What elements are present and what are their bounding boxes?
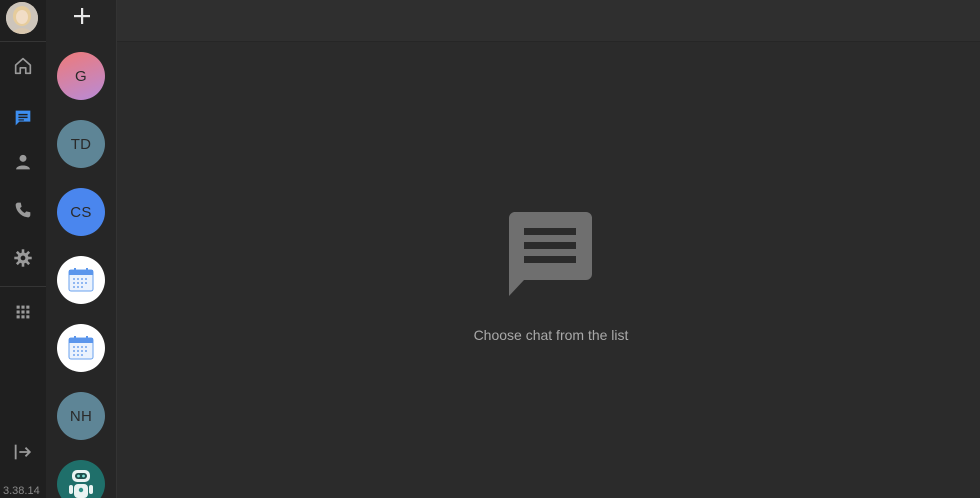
logout-icon (14, 444, 32, 460)
chat-icon (15, 110, 31, 126)
nav-divider (0, 41, 46, 42)
nav-calls-button[interactable] (11, 198, 35, 222)
user-photo (6, 2, 38, 34)
top-bar (117, 0, 980, 42)
logout-button[interactable] (11, 440, 35, 464)
add-chat-button[interactable] (70, 4, 94, 28)
empty-state-message: Choose chat from the list (473, 327, 629, 343)
calendar-icon (68, 268, 94, 292)
chat-item-td[interactable]: TD (57, 120, 105, 168)
gear-icon (14, 249, 32, 267)
chat-item-calendar[interactable] (57, 324, 105, 372)
nav-chats-button[interactable] (11, 106, 35, 130)
nav-apps-button[interactable] (11, 300, 35, 324)
app-window: 3.38.14 G TD CS NH Choose chat from the … (0, 0, 980, 498)
chat-item-nh[interactable]: NH (57, 392, 105, 440)
chat-list: G TD CS NH (46, 0, 117, 498)
user-avatar[interactable] (6, 2, 38, 34)
chat-main-panel: Choose chat from the list (117, 42, 980, 498)
chat-item-bot[interactable] (57, 460, 105, 498)
apps-grid-icon (16, 305, 30, 319)
chat-initials: CS (70, 203, 92, 221)
nav-home-button[interactable] (11, 54, 35, 78)
chat-initials: TD (70, 135, 92, 153)
calendar-icon (68, 336, 94, 360)
home-icon (14, 57, 32, 75)
nav-rail: 3.38.14 (0, 0, 46, 498)
chat-item-cs[interactable]: CS (57, 188, 105, 236)
app-version: 3.38.14 (3, 485, 40, 497)
plus-icon (74, 8, 90, 24)
phone-icon (15, 202, 31, 218)
chat-initials: NH (69, 407, 93, 425)
nav-contacts-button[interactable] (11, 150, 35, 174)
chat-initials: G (75, 67, 87, 85)
chat-item-calendar[interactable] (57, 256, 105, 304)
robot-icon (69, 470, 93, 498)
nav-settings-button[interactable] (11, 246, 35, 270)
chat-item-g[interactable]: G (57, 52, 105, 100)
nav-divider (0, 286, 46, 287)
person-icon (16, 154, 30, 170)
chat-bubble-icon (508, 212, 592, 296)
